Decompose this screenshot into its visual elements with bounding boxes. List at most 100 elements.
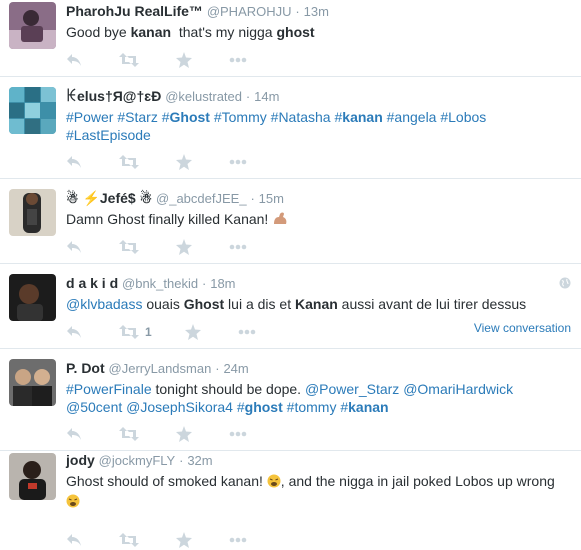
avatar[interactable] [9,2,56,49]
fullname[interactable]: P. Dot [66,360,105,376]
view-conversation-link[interactable]: View conversation [474,321,571,335]
reply-icon[interactable] [66,240,82,254]
tweet-header: jody @jockmyFLY · 32m [66,451,569,470]
screen-name[interactable]: @bnk_thekid [122,276,198,291]
tweet-text-bold: Ghost [183,296,225,312]
reply-icon[interactable] [66,427,82,441]
tweet-text-bold: Kanan [295,296,338,312]
hashtag-link[interactable]: #PowerFinale [66,381,152,397]
screen-name[interactable]: @_abcdefJEE_ [156,191,247,206]
fullname[interactable]: ☃ ⚡Jefé$ ☃ [66,190,152,206]
tweet-text-bold: kanan [130,24,172,40]
tweet-item[interactable]: P. Dot @JerryLandsman · 24m #PowerFinale… [0,349,581,451]
mention-link[interactable]: @klvbadass [66,296,142,312]
tweet-item[interactable]: ☃ ⚡Jefé$ ☃ @_abcdefJEE_ · 15m Damn Ghost… [0,179,581,264]
hashtag-link[interactable]: #Natasha [271,109,331,125]
retweet-icon[interactable] [119,53,139,67]
retweet-icon[interactable] [119,427,139,441]
tweet-item[interactable]: PharohJu RealLife™ @PHAROHJU · 13m Good … [0,0,581,77]
hashtag-link[interactable]: #Ghost [162,109,210,125]
timestamp[interactable]: 13m [304,4,329,19]
screen-name[interactable]: @PHAROHJU [207,4,292,19]
tweet-actions [66,426,284,442]
tweet-item[interactable]: d a k i d @bnk_thekid · 18m @klvbadass o… [0,264,581,349]
more-options-icon[interactable] [229,159,247,165]
tweet-actions [66,154,284,170]
fullname[interactable]: d a k i d [66,275,118,291]
tweet-text-part: aussi avant de lui tirer dessus [337,296,527,312]
more-options-icon[interactable] [238,329,256,335]
hashtag-link[interactable]: #Starz [117,109,157,125]
favorite-star-icon[interactable] [176,52,192,68]
fullname[interactable]: PharohJu RealLife™ [66,3,203,19]
separator: · [215,361,220,376]
tweet-actions [66,239,284,255]
favorite-star-icon[interactable] [184,324,201,340]
tweet-text: @klvbadass ouais Ghost lui a dis et Kana… [66,295,569,313]
timestamp[interactable]: 15m [259,191,284,206]
weary-face-icon [267,474,281,492]
more-options-icon[interactable] [229,57,247,63]
hashtag-link[interactable]: #Tommy [214,109,267,125]
retweet-icon [119,325,139,339]
retweet-icon[interactable] [119,240,139,254]
mention-link[interactable]: @OmariHardwick [403,381,513,397]
timestamp[interactable]: 18m [210,276,235,291]
avatar[interactable] [9,274,56,321]
reply-icon[interactable] [66,53,82,67]
hashtag-link[interactable]: #tommy [287,399,337,415]
mention-link[interactable]: @50cent [66,399,122,415]
hashtag-link[interactable]: #Power [66,109,113,125]
more-options-icon[interactable] [229,431,247,437]
hashtag-link[interactable]: #kanan [340,399,388,415]
tweet-text-part: tonight should be dope. [151,381,305,397]
favorite-star-icon[interactable] [176,154,192,170]
tweet-text: Damn Ghost finally killed Kanan! [66,210,569,230]
hashtag-link[interactable]: #ghost [237,399,283,415]
hashtag-link[interactable]: #Lobos [440,109,486,125]
avatar[interactable] [9,189,56,236]
tweet-actions [66,532,284,548]
favorite-star-icon[interactable] [176,239,192,255]
tweet-header: PharohJu RealLife™ @PHAROHJU · 13m [66,0,569,21]
globe-icon [559,276,571,294]
screen-name[interactable]: @kelustrated [165,89,242,104]
hashtag-link[interactable]: #LastEpisode [66,127,151,143]
retweet-icon[interactable] [119,533,139,547]
timestamp[interactable]: 32m [187,453,212,468]
hashtag-link[interactable]: #angela [387,109,437,125]
favorite-star-icon[interactable] [176,426,192,442]
tweet-text: Ghost should of smoked kanan! , and the … [66,472,569,512]
tweet-item[interactable]: ꀘelus†Я@†ɛÐ @kelustrated · 14m #Power #S… [0,77,581,179]
tweet-text: #PowerFinale tonight should be dope. @Po… [66,380,569,416]
retweet-icon[interactable] [119,155,139,169]
tweet-text-part: lui a dis et [224,296,295,312]
screen-name[interactable]: @jockmyFLY [99,453,176,468]
flexed-biceps-icon [272,212,288,230]
timestamp[interactable]: 24m [223,361,248,376]
fullname[interactable]: ꀘelus†Я@†ɛÐ [66,88,161,104]
hashtag-link[interactable]: #kanan [334,109,382,125]
tweet-header: d a k i d @bnk_thekid · 18m [66,264,569,293]
reply-icon[interactable] [66,533,82,547]
more-options-icon[interactable] [229,244,247,250]
separator: · [245,89,251,104]
separator: · [295,4,300,19]
mention-link[interactable]: @Power_Starz [305,381,399,397]
mention-link[interactable]: @JosephSikora4 [126,399,233,415]
reply-icon[interactable] [66,325,82,339]
reply-icon[interactable] [66,155,82,169]
timestamp[interactable]: 14m [254,89,279,104]
fullname[interactable]: jody [66,452,95,468]
separator: · [179,453,184,468]
favorite-star-icon[interactable] [176,532,192,548]
screen-name[interactable]: @JerryLandsman [109,361,212,376]
hash-symbol: # [340,399,349,415]
retweet-button[interactable]: 1 [119,325,152,339]
more-options-icon[interactable] [229,537,247,543]
avatar[interactable] [9,359,56,406]
avatar[interactable] [9,453,56,500]
hash-symbol: # [161,109,170,125]
tweet-item[interactable]: jody @jockmyFLY · 32m Ghost should of sm… [0,451,581,550]
avatar[interactable] [9,87,56,134]
